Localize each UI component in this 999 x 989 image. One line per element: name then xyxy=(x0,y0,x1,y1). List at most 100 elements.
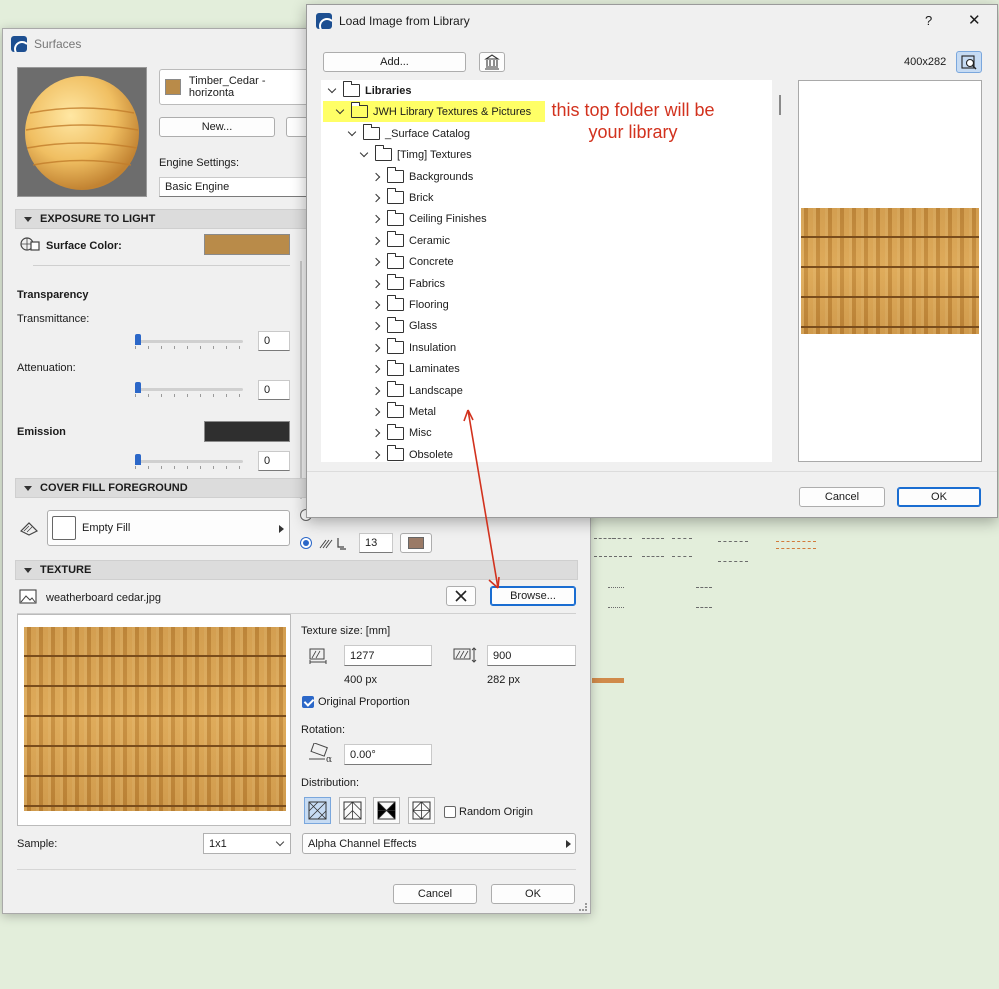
fill-background-color[interactable] xyxy=(400,533,432,553)
surfaces-cancel-button[interactable]: Cancel xyxy=(393,884,477,904)
library-manager-button[interactable] xyxy=(479,52,505,72)
image-file-icon xyxy=(19,589,39,605)
chevron-right-icon xyxy=(371,236,381,246)
tree-label: Laminates xyxy=(409,363,460,376)
texture-preview-image xyxy=(24,627,286,811)
alpha-channel-label: Alpha Channel Effects xyxy=(308,837,417,850)
load-image-title-bar[interactable]: Load Image from Library ? ✕ xyxy=(307,5,997,37)
folder-icon xyxy=(386,381,404,397)
distribution-mirrored-x-button[interactable] xyxy=(339,797,366,824)
distribution-mirror-xy-icon xyxy=(412,801,431,820)
original-proportion-checkbox[interactable] xyxy=(302,696,314,708)
folder-icon xyxy=(386,274,404,290)
transparency-heading: Transparency xyxy=(17,289,89,301)
preview-zoom-button[interactable] xyxy=(956,51,982,73)
folder-icon xyxy=(386,316,404,333)
remove-texture-button[interactable] xyxy=(446,586,476,606)
folder-icon xyxy=(386,188,404,205)
chevron-down-icon xyxy=(347,129,357,139)
tree-item-folder[interactable]: Ceiling Finishes xyxy=(371,209,487,230)
surfaces-ok-button[interactable]: OK xyxy=(491,884,575,904)
cover-fill-section-header[interactable]: COVER FILL FOREGROUND xyxy=(15,478,307,498)
emission-input[interactable]: 0 xyxy=(258,451,290,471)
tree-item-folder[interactable]: Concrete xyxy=(371,252,454,273)
tree-label: Concrete xyxy=(409,256,454,269)
transmittance-slider[interactable] xyxy=(135,334,243,349)
rotation-input[interactable]: 0.00° xyxy=(344,744,432,765)
exposure-section-header[interactable]: EXPOSURE TO LIGHT xyxy=(15,209,307,229)
emission-color-swatch[interactable] xyxy=(204,421,290,442)
tree-label: Brick xyxy=(409,191,434,204)
tree-label: Ceramic xyxy=(409,234,450,247)
tree-item-textures[interactable]: [Timg] Textures xyxy=(359,144,472,165)
emission-slider[interactable] xyxy=(135,454,243,469)
tree-item-folder[interactable]: Backgrounds xyxy=(371,166,473,187)
svg-text:α: α xyxy=(326,755,332,763)
distribution-label: Distribution: xyxy=(301,777,360,789)
new-button[interactable]: New... xyxy=(159,117,275,137)
cover-fill-header-label: COVER FILL FOREGROUND xyxy=(40,482,188,494)
random-origin-checkbox[interactable] xyxy=(444,806,456,818)
alpha-channel-button[interactable]: Alpha Channel Effects xyxy=(302,833,576,854)
fill-preview xyxy=(52,516,76,540)
tree-item-folder[interactable]: Metal xyxy=(371,401,436,422)
attenuation-input[interactable]: 0 xyxy=(258,380,290,400)
fill-pen-input[interactable]: 13 xyxy=(359,533,393,553)
transmittance-label: Transmittance: xyxy=(17,313,90,325)
tree-item-folder[interactable]: Laminates xyxy=(371,359,460,380)
panel-splitter[interactable] xyxy=(300,261,302,499)
texture-width-input[interactable]: 1277 xyxy=(344,645,432,666)
folder-icon xyxy=(342,81,360,97)
close-button[interactable]: ✕ xyxy=(968,11,981,29)
tree-item-folder[interactable]: Brick xyxy=(371,187,433,208)
tree-item-folder[interactable]: Ceramic xyxy=(371,230,450,251)
texture-height-input[interactable]: 900 xyxy=(487,645,576,666)
load-image-title: Load Image from Library xyxy=(339,14,470,28)
distribution-mirrored-xy-button[interactable] xyxy=(408,797,435,824)
tree-item-surface-catalog[interactable]: _Surface Catalog xyxy=(347,123,470,144)
preview-search-icon xyxy=(961,55,977,70)
folder-icon xyxy=(386,295,404,312)
chevron-down-icon xyxy=(359,150,369,160)
chevron-right-icon xyxy=(371,279,381,289)
engine-select[interactable]: Basic Engine xyxy=(159,177,309,197)
texture-size-label: Texture size: [mm] xyxy=(301,625,391,637)
resize-grip-icon[interactable] xyxy=(579,903,587,911)
browse-button[interactable]: Browse... xyxy=(490,586,576,606)
texture-height-icon xyxy=(452,646,478,664)
divider xyxy=(33,265,290,266)
random-origin-label: Random Origin xyxy=(459,806,533,818)
chevron-right-icon xyxy=(371,193,381,203)
distribution-normal-button[interactable] xyxy=(304,797,331,824)
fill-type-selector[interactable]: Empty Fill xyxy=(47,510,290,546)
image-preview xyxy=(801,208,979,334)
tree-item-folder[interactable]: Obsolete xyxy=(371,444,453,462)
load-ok-button[interactable]: OK xyxy=(897,487,981,507)
tree-item-folder[interactable]: Landscape xyxy=(371,380,463,401)
distribution-mirrored-y-button[interactable] xyxy=(373,797,400,824)
fill-option-radio-2[interactable] xyxy=(300,537,312,549)
tree-label: Backgrounds xyxy=(409,170,474,183)
sample-select[interactable]: 1x1 xyxy=(203,833,291,854)
tree-item-jwh-library[interactable]: JWH Library Textures & Pictures xyxy=(323,101,545,122)
distribution-mirror-y-icon xyxy=(377,801,396,820)
annotation-line-1: this top folder will be xyxy=(551,100,715,120)
tree-item-folder[interactable]: Insulation xyxy=(371,337,456,358)
transmittance-input[interactable]: 0 xyxy=(258,331,290,351)
tree-item-folder[interactable]: Glass xyxy=(371,316,437,337)
attenuation-slider[interactable] xyxy=(135,382,243,397)
texture-section-header[interactable]: TEXTURE xyxy=(15,560,578,580)
tree-item-libraries[interactable]: Libraries xyxy=(327,80,411,101)
texture-height-px: 282 px xyxy=(487,674,521,686)
help-button[interactable]: ? xyxy=(925,13,932,28)
tree-item-folder[interactable]: Flooring xyxy=(371,294,449,315)
tree-item-folder[interactable]: Fabrics xyxy=(371,273,445,294)
material-selector[interactable]: Timber_Cedar - horizonta xyxy=(159,69,319,105)
tree-scrollbar[interactable] xyxy=(779,95,781,115)
texture-file-name: weatherboard cedar.jpg xyxy=(46,592,161,604)
surface-color-swatch[interactable] xyxy=(204,234,290,255)
add-library-button[interactable]: Add... xyxy=(323,52,466,72)
chevron-down-icon xyxy=(275,837,285,847)
tree-item-folder[interactable]: Misc xyxy=(371,423,432,444)
load-cancel-button[interactable]: Cancel xyxy=(799,487,885,507)
